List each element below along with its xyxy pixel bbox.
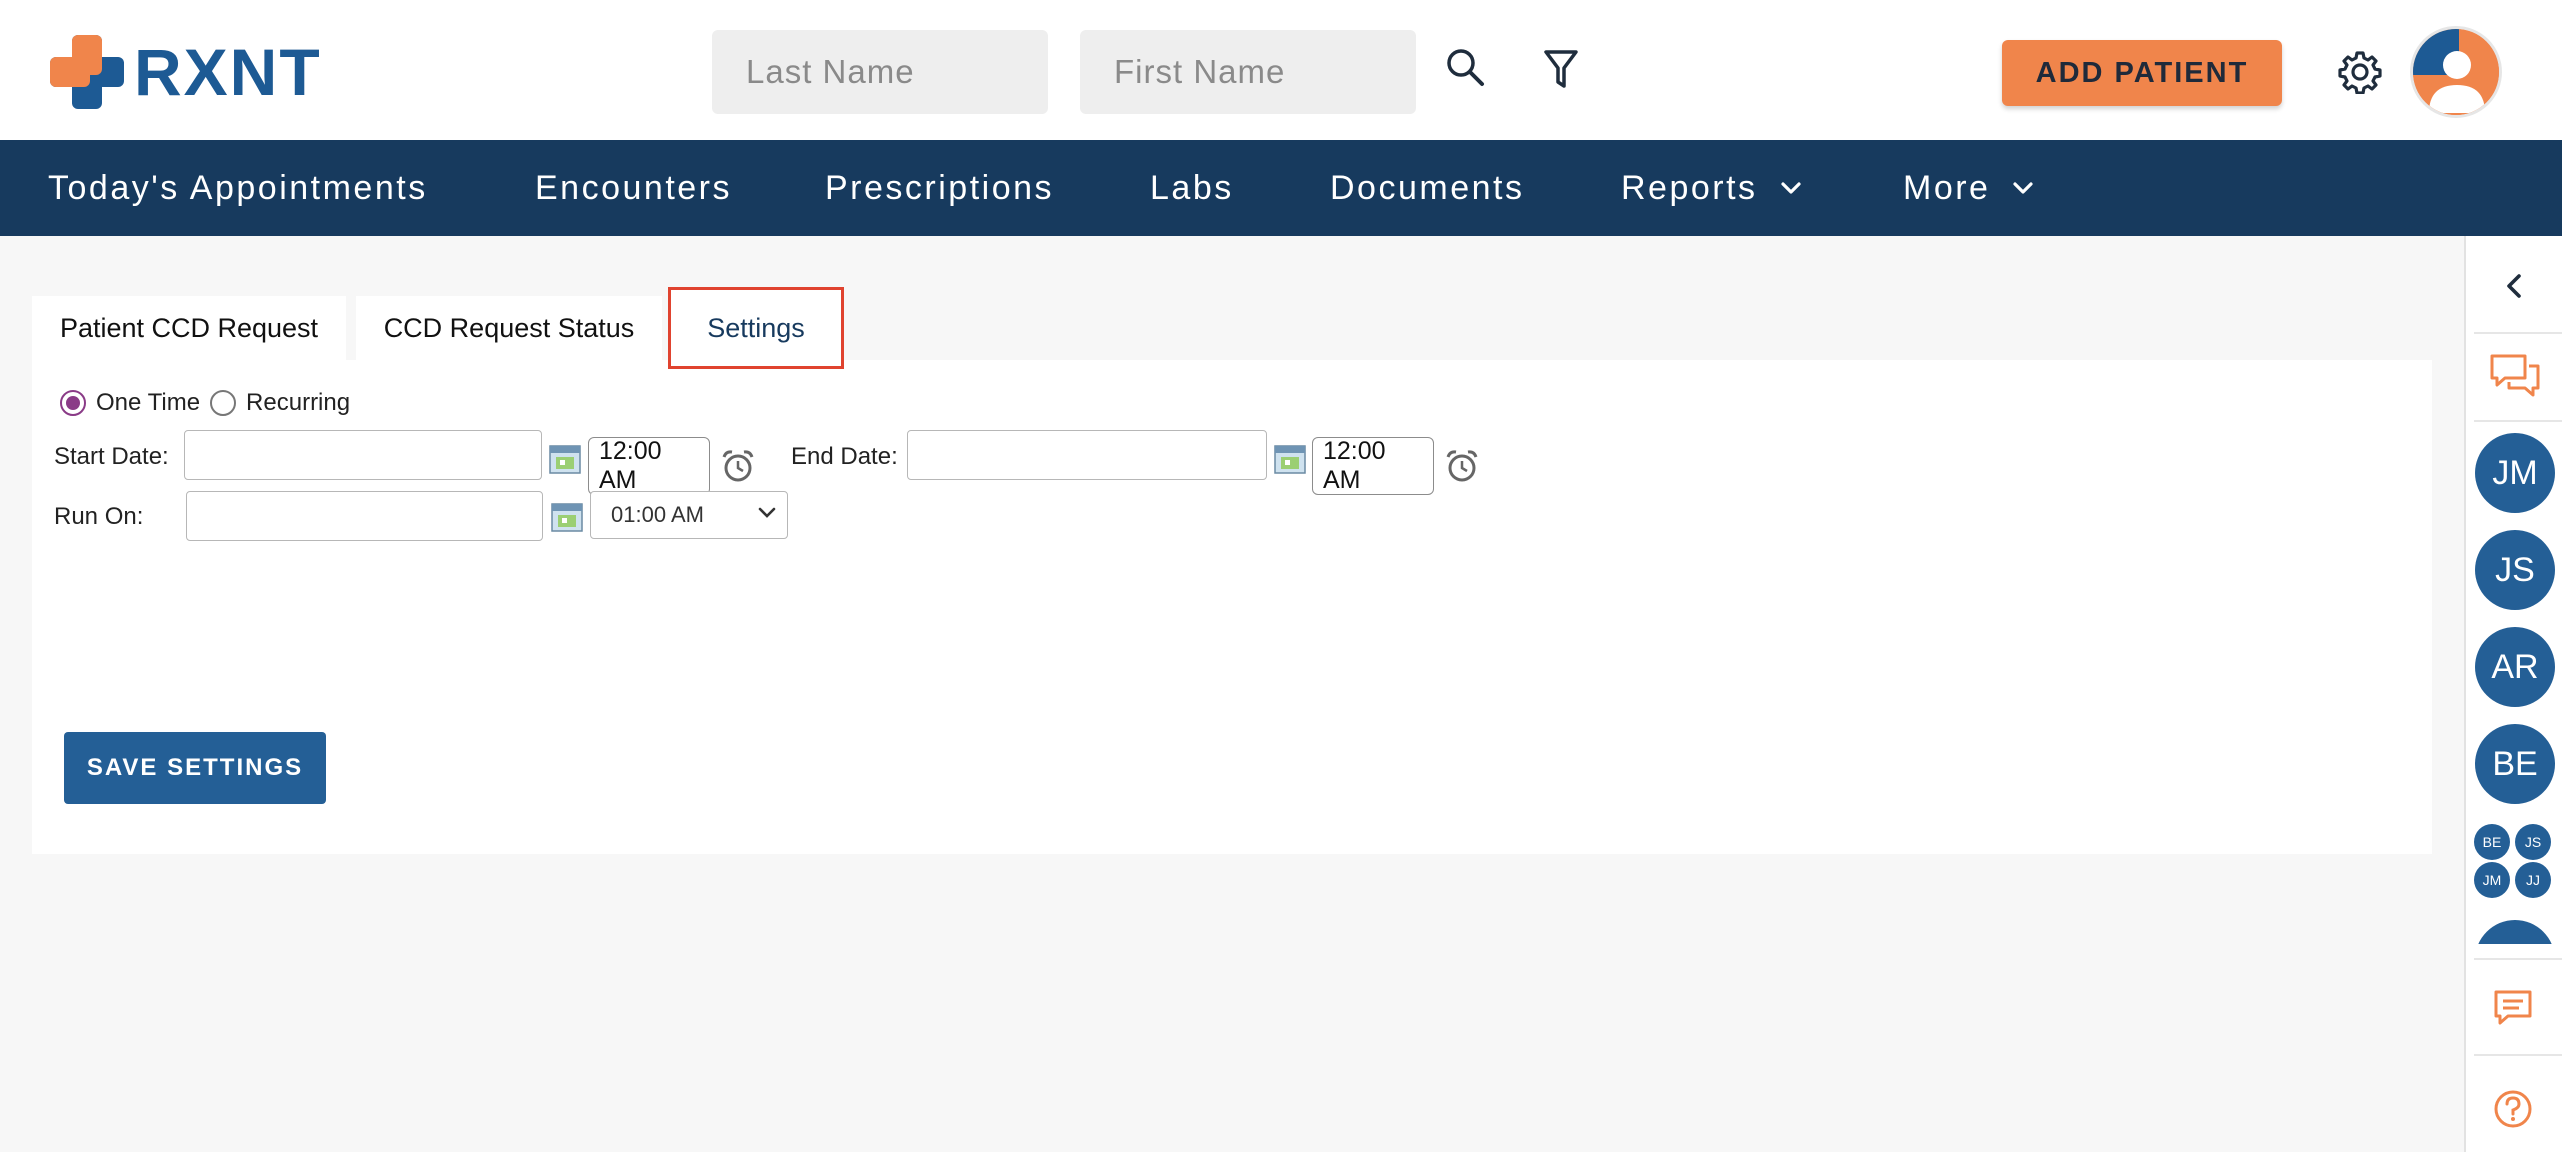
group-avatar[interactable]: JJ (2515, 862, 2551, 898)
chat-bubbles-icon[interactable] (2480, 346, 2550, 406)
chat-avatar[interactable]: BE (2475, 724, 2555, 804)
nav-label: Encounters (535, 168, 732, 207)
rail-divider (2474, 1054, 2562, 1056)
chevron-down-icon (1780, 181, 1802, 195)
rail-divider (2474, 332, 2562, 334)
end-date-input[interactable] (907, 430, 1267, 480)
chevron-down-icon (758, 507, 776, 518)
one-time-radio[interactable] (60, 390, 86, 416)
rail-divider (2474, 420, 2562, 422)
avatar-initials: JM (2482, 872, 2502, 888)
message-icon[interactable] (2488, 986, 2538, 1030)
recurring-label: Recurring (246, 389, 351, 416)
end-time-value: 12:00 AM (1323, 437, 1386, 494)
calendar-icon[interactable] (549, 444, 581, 474)
search-icon[interactable] (1440, 42, 1490, 92)
avatar-initials: JM (2492, 453, 2538, 492)
tab-settings[interactable]: Settings (668, 287, 844, 369)
nav-label: Today's Appointments (48, 168, 428, 207)
last-name-search-input[interactable] (712, 30, 1048, 114)
run-on-date-input[interactable] (186, 491, 543, 541)
avatar-initials: AR (2491, 647, 2539, 686)
group-avatar[interactable]: JS (2515, 824, 2551, 860)
nav-more[interactable]: More (1903, 140, 2034, 236)
tab-label: CCD Request Status (383, 312, 635, 343)
calendar-icon[interactable] (1274, 444, 1306, 474)
avatar-initials: JJ (2526, 872, 2540, 888)
start-time-value: 12:00 AM (599, 437, 662, 494)
chat-avatar[interactable]: AR (2475, 627, 2555, 707)
user-avatar[interactable] (2410, 26, 2502, 118)
chevron-down-icon (2012, 181, 2034, 195)
start-date-label: Start Date: (54, 443, 169, 470)
run-on-time-select[interactable]: 01:00 AM (590, 491, 788, 539)
add-patient-button[interactable]: ADD PATIENT (2002, 40, 2282, 106)
avatar-initials: JS (2495, 550, 2535, 589)
nav-encounters[interactable]: Encounters (535, 140, 732, 236)
app-header: RXNT ADD PATIENT (0, 0, 2562, 140)
end-date-label: End Date: (791, 443, 898, 470)
start-time-field[interactable]: 12:00 AM (588, 437, 710, 495)
rail-divider (2474, 958, 2562, 960)
avatar-initials: JS (2524, 834, 2542, 850)
logo-cross-icon (50, 35, 124, 109)
tab-label: Patient CCD Request (59, 312, 319, 343)
avatar-initials: BE (2482, 834, 2502, 850)
alarm-clock-icon[interactable] (1444, 448, 1480, 484)
gear-icon[interactable] (2332, 44, 2388, 100)
schedule-type-group: One Time Recurring (60, 386, 360, 420)
nav-documents[interactable]: Documents (1330, 140, 1524, 236)
calendar-icon[interactable] (551, 502, 583, 532)
one-time-label: One Time (96, 389, 201, 416)
nav-reports[interactable]: Reports (1621, 140, 1802, 236)
nav-label: Documents (1330, 168, 1525, 207)
rxnt-logo[interactable]: RXNT (50, 34, 322, 110)
nav-label: Labs (1150, 168, 1234, 207)
run-on-label: Run On: (54, 503, 144, 530)
group-avatar[interactable]: JM (2474, 862, 2510, 898)
nav-todays-appointments[interactable]: Today's Appointments (48, 140, 428, 236)
avatar-initials: BE (2492, 744, 2538, 783)
chat-avatar[interactable]: JM (2475, 433, 2555, 513)
start-date-input[interactable] (184, 430, 542, 480)
nav-label: Prescriptions (825, 168, 1055, 207)
end-time-field[interactable]: 12:00 AM (1312, 437, 1434, 495)
nav-label: More (1903, 168, 1991, 207)
nav-label: Reports (1621, 168, 1758, 207)
filter-icon[interactable] (1536, 42, 1586, 98)
first-name-search-input[interactable] (1080, 30, 1416, 114)
chevron-left-icon[interactable] (2494, 266, 2534, 306)
help-icon[interactable] (2490, 1086, 2536, 1132)
recurring-radio[interactable] (210, 390, 237, 416)
save-settings-button[interactable]: SAVE SETTINGS (64, 732, 326, 804)
chat-avatar[interactable]: JS (2475, 530, 2555, 610)
nav-prescriptions[interactable]: Prescriptions (825, 140, 1054, 236)
tab-ccd-request-status[interactable]: CCD Request Status (356, 296, 662, 360)
tab-patient-ccd-request[interactable]: Patient CCD Request (32, 296, 346, 360)
group-avatar[interactable]: BE (2474, 824, 2510, 860)
chat-avatar-partial[interactable] (2475, 920, 2555, 944)
nav-labs[interactable]: Labs (1150, 140, 1234, 236)
main-nav: Today's Appointments Encounters Prescrip… (0, 140, 2562, 236)
alarm-clock-icon[interactable] (720, 448, 756, 484)
run-on-time-value: 01:00 AM (611, 502, 704, 527)
tab-label: Settings (707, 312, 805, 343)
logo-text: RXNT (134, 35, 322, 109)
